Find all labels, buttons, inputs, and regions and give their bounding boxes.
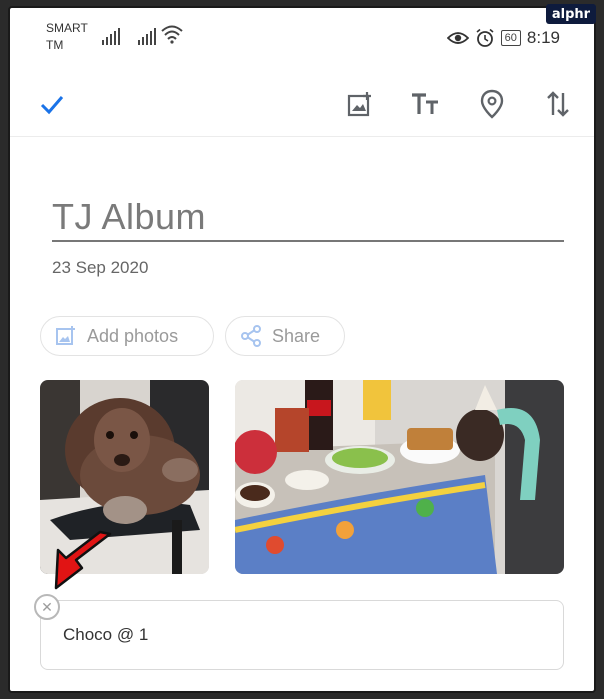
status-right: 60 8:19 (446, 28, 560, 48)
share-label: Share (272, 325, 321, 346)
alarm-icon (476, 28, 494, 47)
alphr-logo: alphr (546, 4, 596, 24)
album-title-input[interactable]: TJ Album (52, 196, 206, 238)
check-icon[interactable] (34, 86, 70, 122)
remove-caption-button[interactable]: ✕ (34, 594, 60, 620)
location-pin-icon[interactable] (474, 86, 510, 122)
close-icon: ✕ (41, 598, 53, 615)
add-photos-button[interactable]: Add photos (40, 316, 214, 356)
album-date[interactable]: 23 Sep 2020 (52, 258, 148, 278)
clock: 8:19 (526, 28, 560, 47)
add-photos-label: Add photos (87, 325, 179, 346)
album-photo-party[interactable] (235, 380, 564, 574)
carrier-sub: TM (46, 38, 64, 52)
text-format-icon[interactable] (408, 86, 444, 122)
add-photo-icon[interactable] (342, 86, 378, 122)
caption-field[interactable]: Choco @ 1 (40, 600, 564, 670)
add-photo-icon (56, 326, 75, 345)
carrier-label: SMART TM (46, 20, 88, 54)
eye-icon (446, 32, 469, 44)
share-button[interactable]: Share (225, 316, 345, 356)
sort-icon[interactable] (540, 86, 576, 122)
title-underline (52, 240, 564, 242)
share-icon (241, 325, 261, 347)
wifi-icon (161, 25, 183, 44)
signal-icon (102, 28, 120, 45)
signal-icon (138, 28, 156, 45)
annotation-arrow-icon (54, 530, 112, 590)
phone-screen: SMART TM 60 8:19 TJ Album 23 Sep 2020 Ad… (8, 6, 596, 693)
album-toolbar (10, 72, 594, 137)
caption-text[interactable]: Choco @ 1 (63, 625, 148, 645)
carrier-name: SMART (46, 21, 88, 35)
battery-indicator: 60 (500, 30, 521, 46)
status-bar: SMART TM 60 8:19 (10, 8, 594, 64)
